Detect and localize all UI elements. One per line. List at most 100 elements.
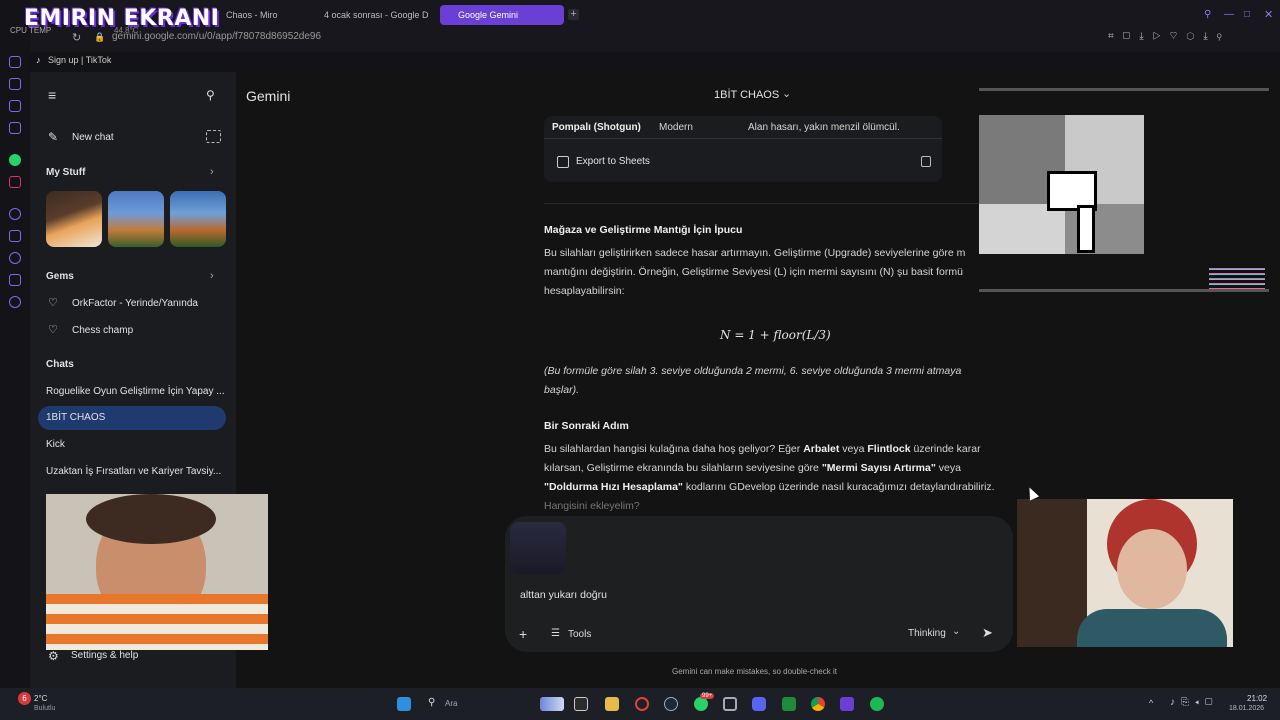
add-attachment-icon[interactable]: +: [519, 626, 527, 642]
bookmark-icon[interactable]: [9, 230, 21, 242]
chats-heading: Chats: [46, 359, 74, 370]
webcam-right: [1017, 499, 1233, 647]
new-chat-button[interactable]: New chat: [72, 132, 114, 143]
discord-icon[interactable]: [752, 697, 766, 711]
bookmark-tiktok[interactable]: Sign up | TikTok: [48, 55, 111, 65]
webcam-left: [46, 494, 268, 650]
next-step-doldurma: "Doldurma Hızı Hesaplama": [544, 481, 683, 493]
math-formula: N = 1 + floor(L/3): [720, 328, 831, 342]
maximize-icon[interactable]: □: [1244, 9, 1250, 20]
tray-icons[interactable]: ♪⎘◂▢: [1170, 697, 1218, 708]
chat-title[interactable]: 1BİT CHAOS: [714, 89, 779, 101]
file-explorer-icon[interactable]: [605, 697, 619, 711]
copy-icon[interactable]: [921, 156, 931, 167]
settings-help-button[interactable]: Settings & help: [71, 650, 138, 661]
menu-icon[interactable]: ≡: [48, 88, 56, 102]
url-field[interactable]: gemini.google.com/u/0/app/f78078d86952de…: [112, 31, 321, 42]
cpu-temp-value: 44.8°C: [114, 26, 139, 35]
chevron-down-icon[interactable]: ⌄: [782, 87, 791, 100]
chat-item-uzaktan[interactable]: Uzaktan İş Fırsatları ve Kariyer Tavsiy.…: [46, 466, 221, 477]
instagram-icon[interactable]: [9, 176, 21, 188]
chat-item-1bit-chaos[interactable]: 1BİT CHAOS: [46, 412, 105, 423]
opera-icon[interactable]: [635, 697, 649, 711]
player-icon[interactable]: [9, 208, 21, 220]
gem-icon: ♡: [48, 297, 58, 309]
browser-side-rail: [0, 0, 30, 688]
bag-icon[interactable]: [9, 78, 21, 90]
minimize-icon[interactable]: —: [1224, 9, 1234, 20]
chevron-right-icon[interactable]: ›: [210, 270, 214, 282]
tab-miro[interactable]: Chaos - Miro: [218, 5, 310, 25]
close-icon[interactable]: ✕: [1264, 8, 1273, 21]
new-tab-icon[interactable]: +: [568, 9, 579, 20]
task-view-icon[interactable]: [574, 697, 588, 711]
search-highlight-icon: [540, 697, 564, 711]
disclaimer-text: Gemini can make mistakes, so double-chec…: [672, 667, 837, 676]
spotify-icon[interactable]: [870, 697, 884, 711]
overlay-bar-top: [979, 88, 1269, 91]
next-step-text-1: Bu silahlardan hangisi kulağına daha hoş…: [544, 443, 804, 455]
history-icon[interactable]: [9, 252, 21, 264]
tray-chevron-icon[interactable]: ^: [1149, 698, 1153, 708]
notification-badge: 6: [18, 692, 31, 705]
new-chat-icon[interactable]: ✎: [48, 130, 58, 144]
cpu-temp-label: CPU TEMP: [10, 26, 52, 35]
chat-item-kick[interactable]: Kick: [46, 439, 65, 450]
next-step-text-4: veya: [935, 462, 961, 474]
chevron-right-icon[interactable]: ›: [210, 166, 214, 178]
extensions-icon[interactable]: [9, 274, 21, 286]
prompt-input-text[interactable]: alttan yukarı doğru: [520, 589, 607, 601]
chat-item-roguelike[interactable]: Roguelike Oyun Geliştirme İçin Yapay ...: [46, 386, 225, 397]
my-stuff-thumbnail-1[interactable]: [46, 191, 102, 247]
table-cell-weapon: Pompalı (Shotgun): [552, 122, 641, 133]
next-step-flintlock: Flintlock: [867, 443, 911, 455]
weather-temp[interactable]: 2°C: [34, 694, 47, 703]
settings-gear-icon[interactable]: ⚙: [48, 649, 59, 663]
search-tabs-icon[interactable]: ⚲: [1204, 9, 1211, 20]
bookmarks-bar: [30, 52, 1280, 72]
windows-start-icon[interactable]: [397, 697, 411, 711]
gems-heading[interactable]: Gems: [46, 271, 74, 282]
my-stuff-thumbnail-3[interactable]: [170, 191, 226, 247]
settings-icon[interactable]: [9, 296, 21, 308]
chevron-down-icon[interactable]: ⌄: [952, 626, 960, 637]
send-icon[interactable]: ➤: [982, 625, 993, 641]
tools-button[interactable]: Tools: [568, 629, 591, 640]
search-icon[interactable]: ⚲: [206, 88, 215, 102]
news-icon[interactable]: [9, 122, 21, 134]
next-step-text-5: kodlarını GDevelop üzerinde nasıl kuraca…: [682, 481, 995, 493]
whatsapp-taskbar-icon[interactable]: [694, 697, 708, 711]
export-to-sheets-button[interactable]: Export to Sheets: [576, 156, 650, 167]
my-stuff-heading[interactable]: My Stuff: [46, 167, 85, 178]
next-step-question: Hangisini ekleyelim?: [544, 500, 640, 512]
search-icon: ⚲: [428, 697, 436, 708]
chat-icon[interactable]: [9, 100, 21, 112]
chrome-icon[interactable]: [811, 697, 825, 711]
sheets-icon: [557, 156, 569, 168]
attached-image-thumbnail[interactable]: [510, 522, 566, 574]
tab-google-docs[interactable]: 4 ocak sonrası - Google D: [316, 5, 434, 25]
clock-time[interactable]: 21:02: [1247, 694, 1267, 703]
formula-note: (Bu formüle göre silah 3. seviye olduğun…: [544, 365, 962, 396]
taskbar-search[interactable]: Ara: [445, 699, 457, 708]
reload-icon[interactable]: ↻: [72, 31, 81, 44]
steam-icon[interactable]: [664, 697, 678, 711]
toolbar-icons[interactable]: ⌗▢⤓▷♡⬡⤓⚲: [1108, 31, 1231, 42]
temporary-chat-icon[interactable]: [206, 130, 221, 143]
gem-item-orkfactor[interactable]: OrkFactor - Yerinde/Yanında: [72, 298, 198, 309]
next-step-mermi: "Mermi Sayısı Artırma": [821, 462, 936, 474]
app-icon[interactable]: [782, 697, 796, 711]
overlay-bar-bottom: [979, 289, 1269, 292]
my-stuff-thumbnail-2[interactable]: [108, 191, 164, 247]
snipping-icon[interactable]: [723, 697, 737, 711]
whatsapp-icon[interactable]: [9, 154, 21, 166]
messenger-icon[interactable]: [9, 56, 21, 68]
mode-selector[interactable]: Thinking: [908, 628, 946, 639]
clock-date[interactable]: 18.01.2026: [1229, 705, 1264, 712]
tools-icon: ☰: [551, 628, 560, 639]
overlay-color-bars: [1209, 265, 1265, 289]
gem-item-chess-champ[interactable]: Chess champ: [72, 325, 133, 336]
section-body-shop: Bu silahları geliştirirken sadece hasar …: [544, 247, 966, 297]
tab-gemini[interactable]: Google Gemini: [440, 5, 564, 25]
gdevelop-icon[interactable]: [840, 697, 854, 711]
